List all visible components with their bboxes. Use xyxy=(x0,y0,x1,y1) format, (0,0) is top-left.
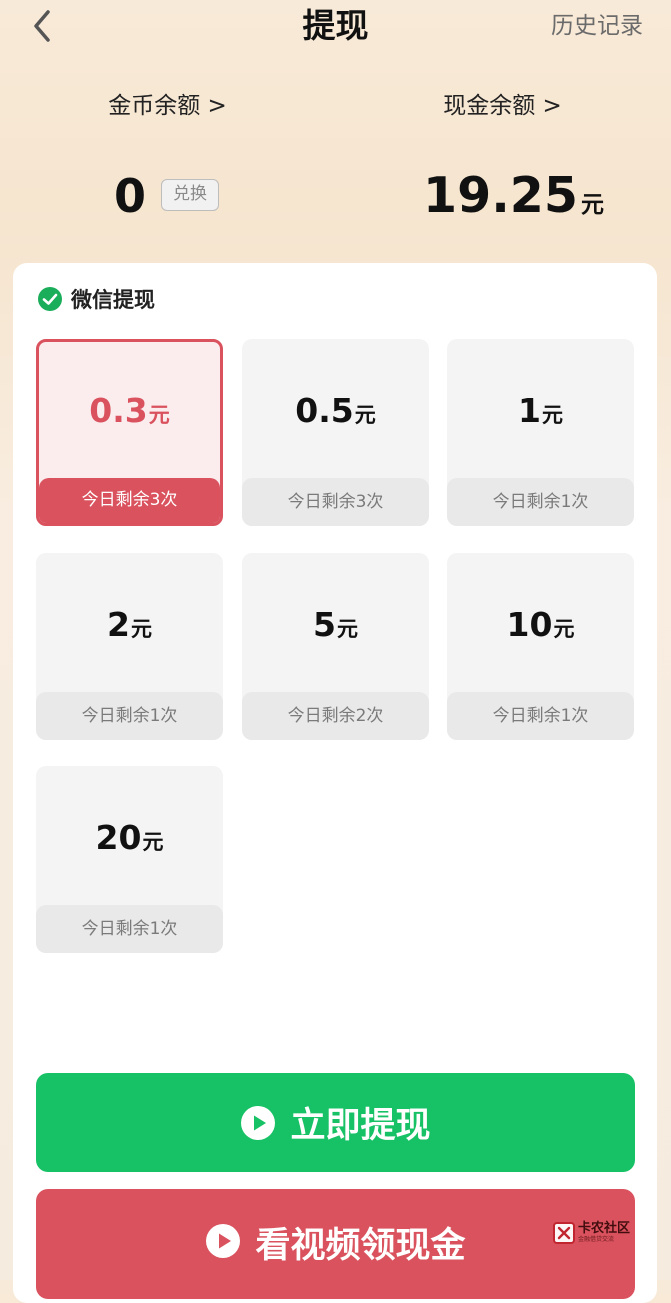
watch-video-button[interactable]: 看视频领现金 xyxy=(36,1189,635,1299)
option-remaining: 今日剩余2次 xyxy=(242,692,429,740)
play-icon xyxy=(241,1105,276,1140)
option-remaining: 今日剩余3次 xyxy=(242,478,429,526)
option-amount: 20元 xyxy=(36,814,223,866)
option-amount: 10元 xyxy=(447,601,634,653)
withdraw-now-label: 立即提现 xyxy=(290,1106,431,1146)
withdraw-option-2[interactable]: 2元 今日剩余1次 xyxy=(36,553,223,740)
option-amount-unit: 元 xyxy=(148,403,170,427)
coin-balance-value: 0 xyxy=(114,169,147,223)
coin-balance-section: 金币余额 > xyxy=(0,86,335,126)
play-icon xyxy=(206,1224,241,1258)
withdraw-option-0-3[interactable]: 0.3元 今日剩余3次 xyxy=(36,339,223,526)
option-remaining: 今日剩余3次 xyxy=(39,478,220,523)
option-amount: 5元 xyxy=(242,601,429,653)
option-amount-value: 1 xyxy=(518,391,541,430)
option-remaining: 今日剩余1次 xyxy=(36,692,223,740)
option-amount: 0.3元 xyxy=(39,387,220,439)
option-amount-unit: 元 xyxy=(354,403,376,427)
option-amount: 2元 xyxy=(36,601,223,653)
withdraw-option-20[interactable]: 20元 今日剩余1次 xyxy=(36,766,223,953)
cash-balance-value: 19.25 元 xyxy=(423,166,604,235)
option-amount-unit: 元 xyxy=(336,617,358,641)
coin-balance-link[interactable]: 金币余额 > xyxy=(108,86,227,126)
option-amount-unit: 元 xyxy=(142,830,164,854)
cash-amount: 19.25 xyxy=(423,167,578,224)
option-amount-unit: 元 xyxy=(541,403,563,427)
option-amount-value: 5 xyxy=(313,605,336,644)
option-amount-unit: 元 xyxy=(553,617,575,641)
withdraw-option-10[interactable]: 10元 今日剩余1次 xyxy=(447,553,634,740)
withdraw-option-1[interactable]: 1元 今日剩余1次 xyxy=(447,339,634,526)
option-amount-value: 20 xyxy=(95,818,142,857)
watermark-logo-icon xyxy=(553,1222,575,1244)
cash-balance-section: 现金余额 > xyxy=(335,86,670,126)
cash-unit: 元 xyxy=(581,192,604,218)
section-header: 微信提现 xyxy=(37,283,155,315)
watermark-text: 卡农社区 金融借贷交流 xyxy=(578,1222,630,1243)
watch-video-label: 看视频领现金 xyxy=(255,1226,466,1266)
history-link[interactable]: 历史记录 xyxy=(551,8,643,44)
option-remaining: 今日剩余1次 xyxy=(36,905,223,953)
option-amount-value: 0.5 xyxy=(295,391,354,430)
cash-balance-link[interactable]: 现金余额 > xyxy=(443,86,562,126)
watermark-name: 卡农社区 xyxy=(578,1221,631,1236)
watermark-sub: 金融借贷交流 xyxy=(578,1236,615,1243)
watermark: 卡农社区 金融借贷交流 xyxy=(553,1222,637,1250)
withdraw-now-button[interactable]: 立即提现 xyxy=(36,1073,635,1172)
option-amount-unit: 元 xyxy=(130,617,152,641)
option-amount-value: 2 xyxy=(107,605,130,644)
option-amount-value: 0.3 xyxy=(89,391,148,430)
exchange-button[interactable]: 兑换 xyxy=(161,179,219,211)
withdraw-option-0-5[interactable]: 0.5元 今日剩余3次 xyxy=(242,339,429,526)
wechat-icon xyxy=(38,287,62,311)
option-amount: 0.5元 xyxy=(242,387,429,439)
option-remaining: 今日剩余1次 xyxy=(447,478,634,526)
section-title: 微信提现 xyxy=(71,288,155,312)
option-amount-value: 10 xyxy=(506,605,553,644)
option-remaining: 今日剩余1次 xyxy=(447,692,634,740)
withdraw-option-5[interactable]: 5元 今日剩余2次 xyxy=(242,553,429,740)
option-amount: 1元 xyxy=(447,387,634,439)
